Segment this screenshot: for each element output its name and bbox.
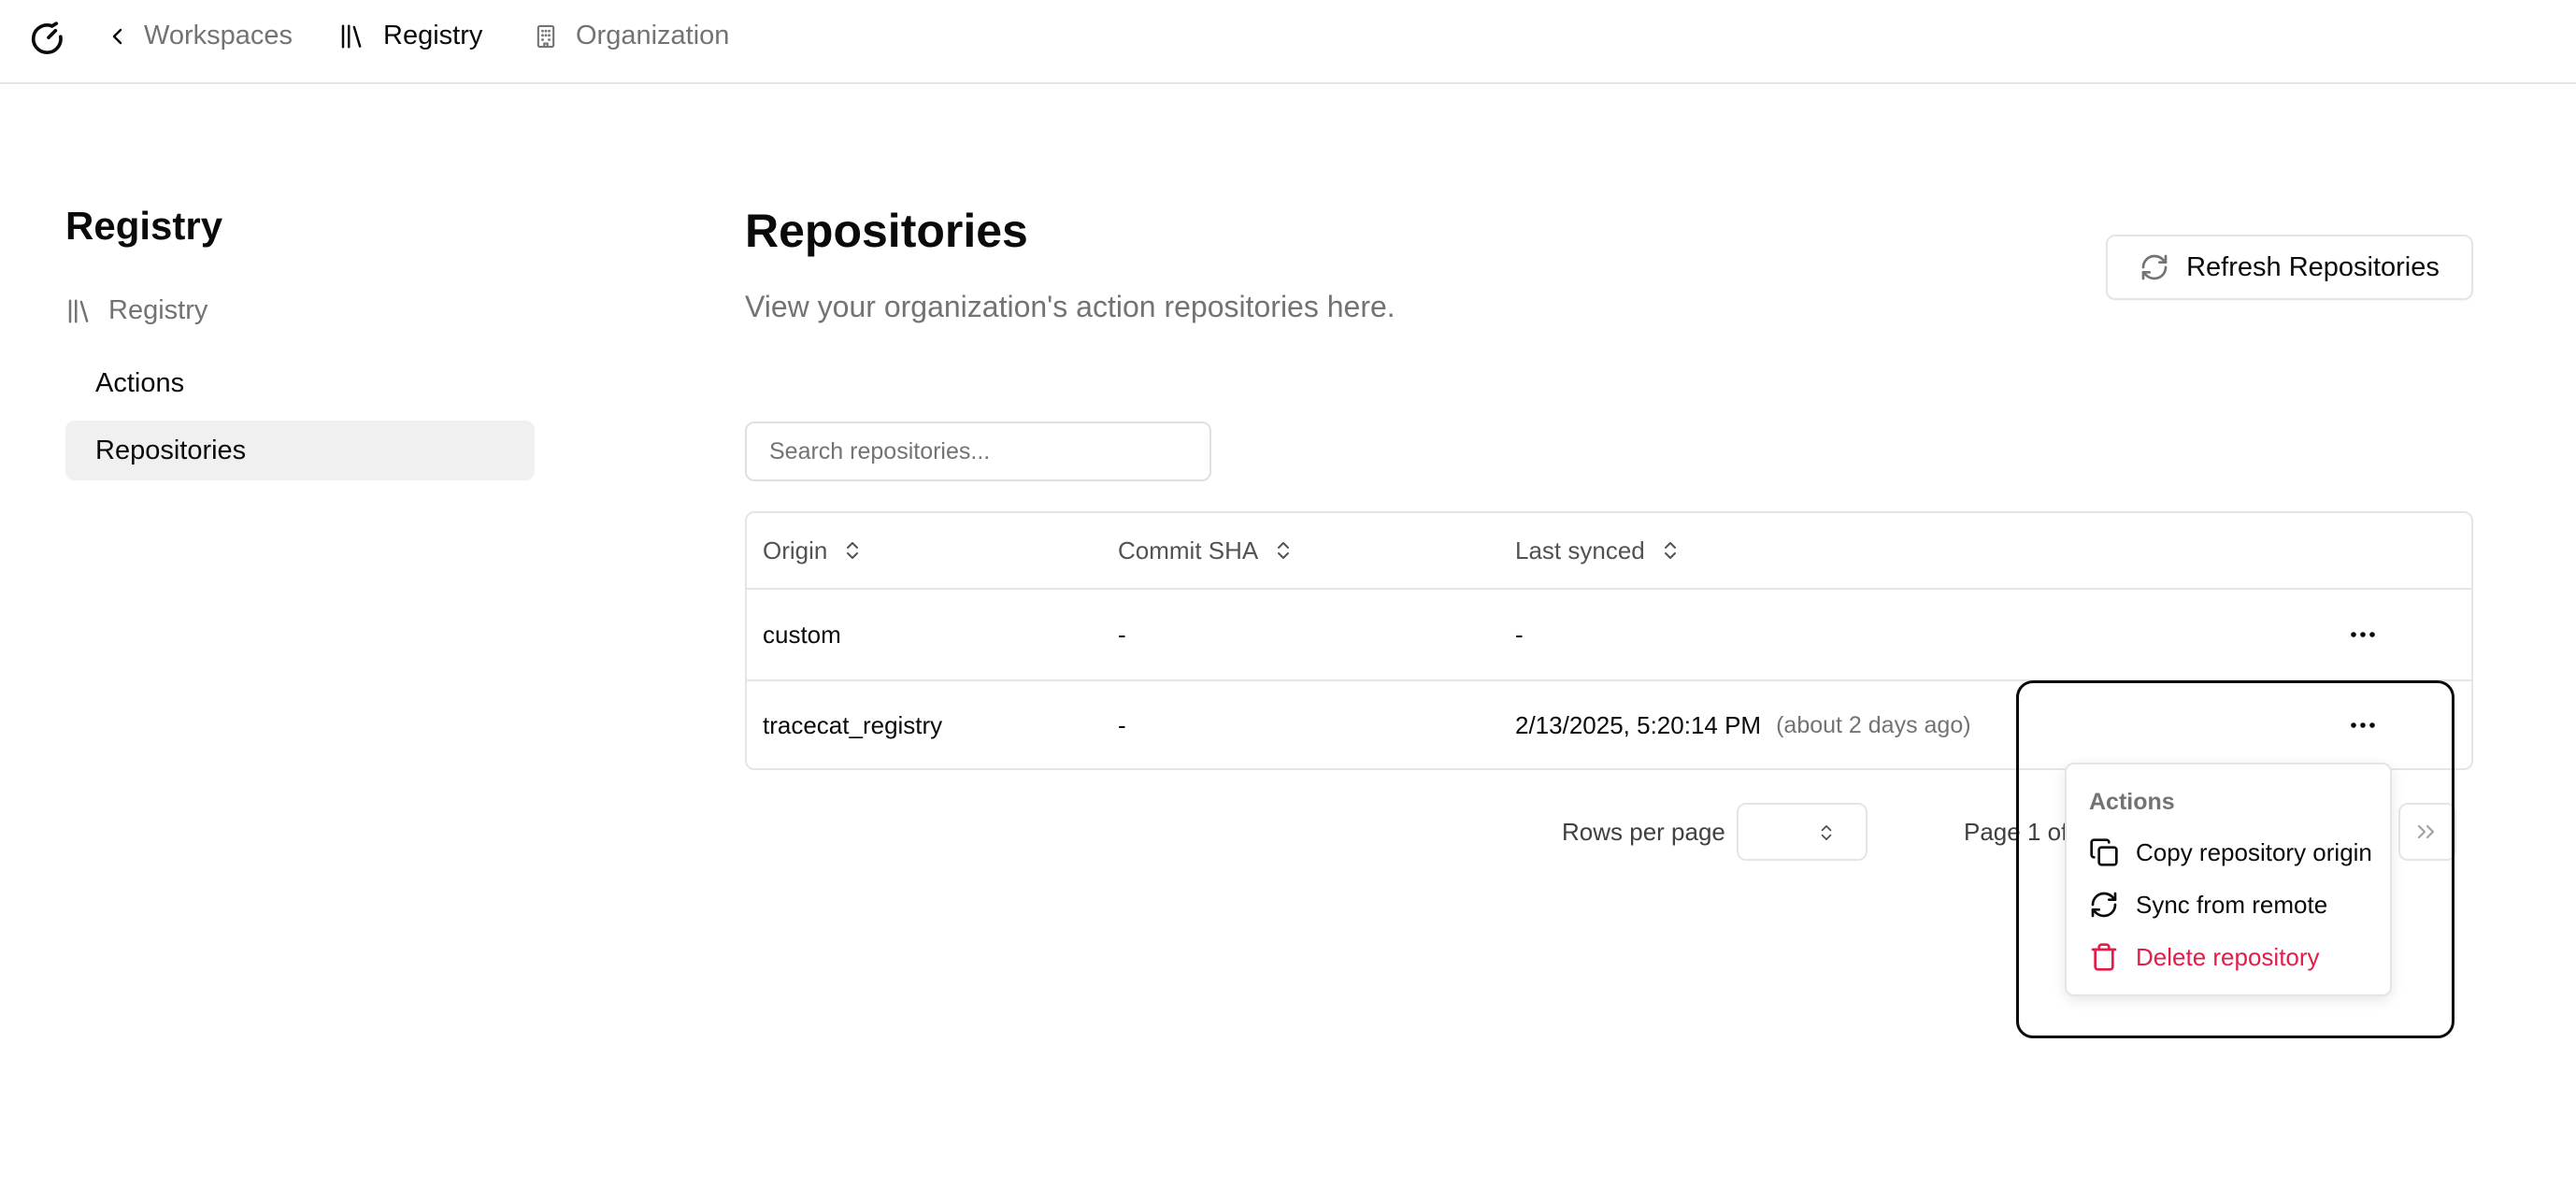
nav-registry-link[interactable]: Registry <box>338 21 482 51</box>
origin-cell: tracecat_registry <box>763 711 943 739</box>
app-logo-icon[interactable] <box>28 19 69 60</box>
library-icon <box>338 22 366 50</box>
library-icon <box>65 297 93 325</box>
sidebar-item-label: Actions <box>95 367 185 398</box>
table-row[interactable]: custom - - <box>747 590 2471 679</box>
page-description: View your organization's action reposito… <box>745 290 1395 323</box>
row-actions-button[interactable] <box>2349 618 2377 651</box>
rows-per-page-label: Rows per page <box>1562 818 1725 846</box>
nav-organization-link[interactable]: Organization <box>533 21 729 51</box>
column-header-label: Origin <box>763 536 828 564</box>
column-header-origin[interactable]: Origin <box>763 513 861 588</box>
menu-label: Actions <box>2089 789 2175 815</box>
chevron-up-down-icon <box>1819 821 1834 844</box>
back-to-workspaces-link[interactable]: Workspaces <box>108 21 293 51</box>
column-header-label: Commit SHA <box>1118 536 1259 564</box>
sidebar-item-label: Repositories <box>95 435 247 465</box>
sort-icon <box>1662 539 1679 562</box>
menu-item-sync-remote[interactable]: Sync from remote <box>2089 890 2327 920</box>
menu-item-label: Delete repository <box>2136 942 2320 971</box>
nav-registry-label: Registry <box>383 21 483 50</box>
trash-icon <box>2089 942 2119 972</box>
refresh-button-label: Refresh Repositories <box>2186 251 2440 282</box>
top-navbar: Workspaces Registry Organization <box>0 0 2576 84</box>
commit-sha-cell: - <box>1118 620 1126 649</box>
commit-sha-cell: - <box>1118 711 1126 739</box>
page-title: Repositories <box>745 205 1028 257</box>
menu-item-label: Copy repository origin <box>2136 837 2372 866</box>
sidebar-item-actions[interactable]: Actions <box>65 353 535 413</box>
menu-item-copy-origin[interactable]: Copy repository origin <box>2089 837 2372 867</box>
chevron-left-icon <box>108 25 127 48</box>
sort-icon <box>844 539 861 562</box>
origin-cell: custom <box>763 620 841 649</box>
sidebar-title: Registry <box>65 204 223 248</box>
row-actions-menu: Actions Copy repository origin Sync from… <box>2065 763 2392 996</box>
nav-organization-label: Organization <box>576 21 730 50</box>
column-header-last-synced[interactable]: Last synced <box>1515 513 1679 588</box>
copy-icon <box>2089 837 2119 867</box>
menu-item-label: Sync from remote <box>2136 890 2328 919</box>
search-repositories-input[interactable] <box>745 421 1211 481</box>
rows-per-page-select[interactable] <box>1737 803 1868 861</box>
column-header-label: Last synced <box>1515 536 1645 564</box>
menu-item-delete-repository[interactable]: Delete repository <box>2089 942 2320 972</box>
building-icon <box>533 22 559 50</box>
column-header-commit-sha[interactable]: Commit SHA <box>1118 513 1292 588</box>
last-synced-relative: (about 2 days ago) <box>1776 712 1971 738</box>
last-synced-cell: 2/13/2025, 5:20:14 PM (about 2 days ago) <box>1515 681 1971 770</box>
sidebar-group-label: Registry <box>108 295 208 325</box>
back-label: Workspaces <box>144 21 293 50</box>
sidebar-item-repositories[interactable]: Repositories <box>65 421 535 480</box>
refresh-icon <box>2089 890 2119 920</box>
refresh-repositories-button[interactable]: Refresh Repositories <box>2106 235 2473 300</box>
last-synced-cell: - <box>1515 620 1524 649</box>
refresh-icon <box>2140 252 2169 282</box>
sort-icon <box>1275 539 1292 562</box>
last-synced-timestamp: 2/13/2025, 5:20:14 PM <box>1515 711 1762 739</box>
sidebar-group-registry: Registry <box>65 295 208 326</box>
